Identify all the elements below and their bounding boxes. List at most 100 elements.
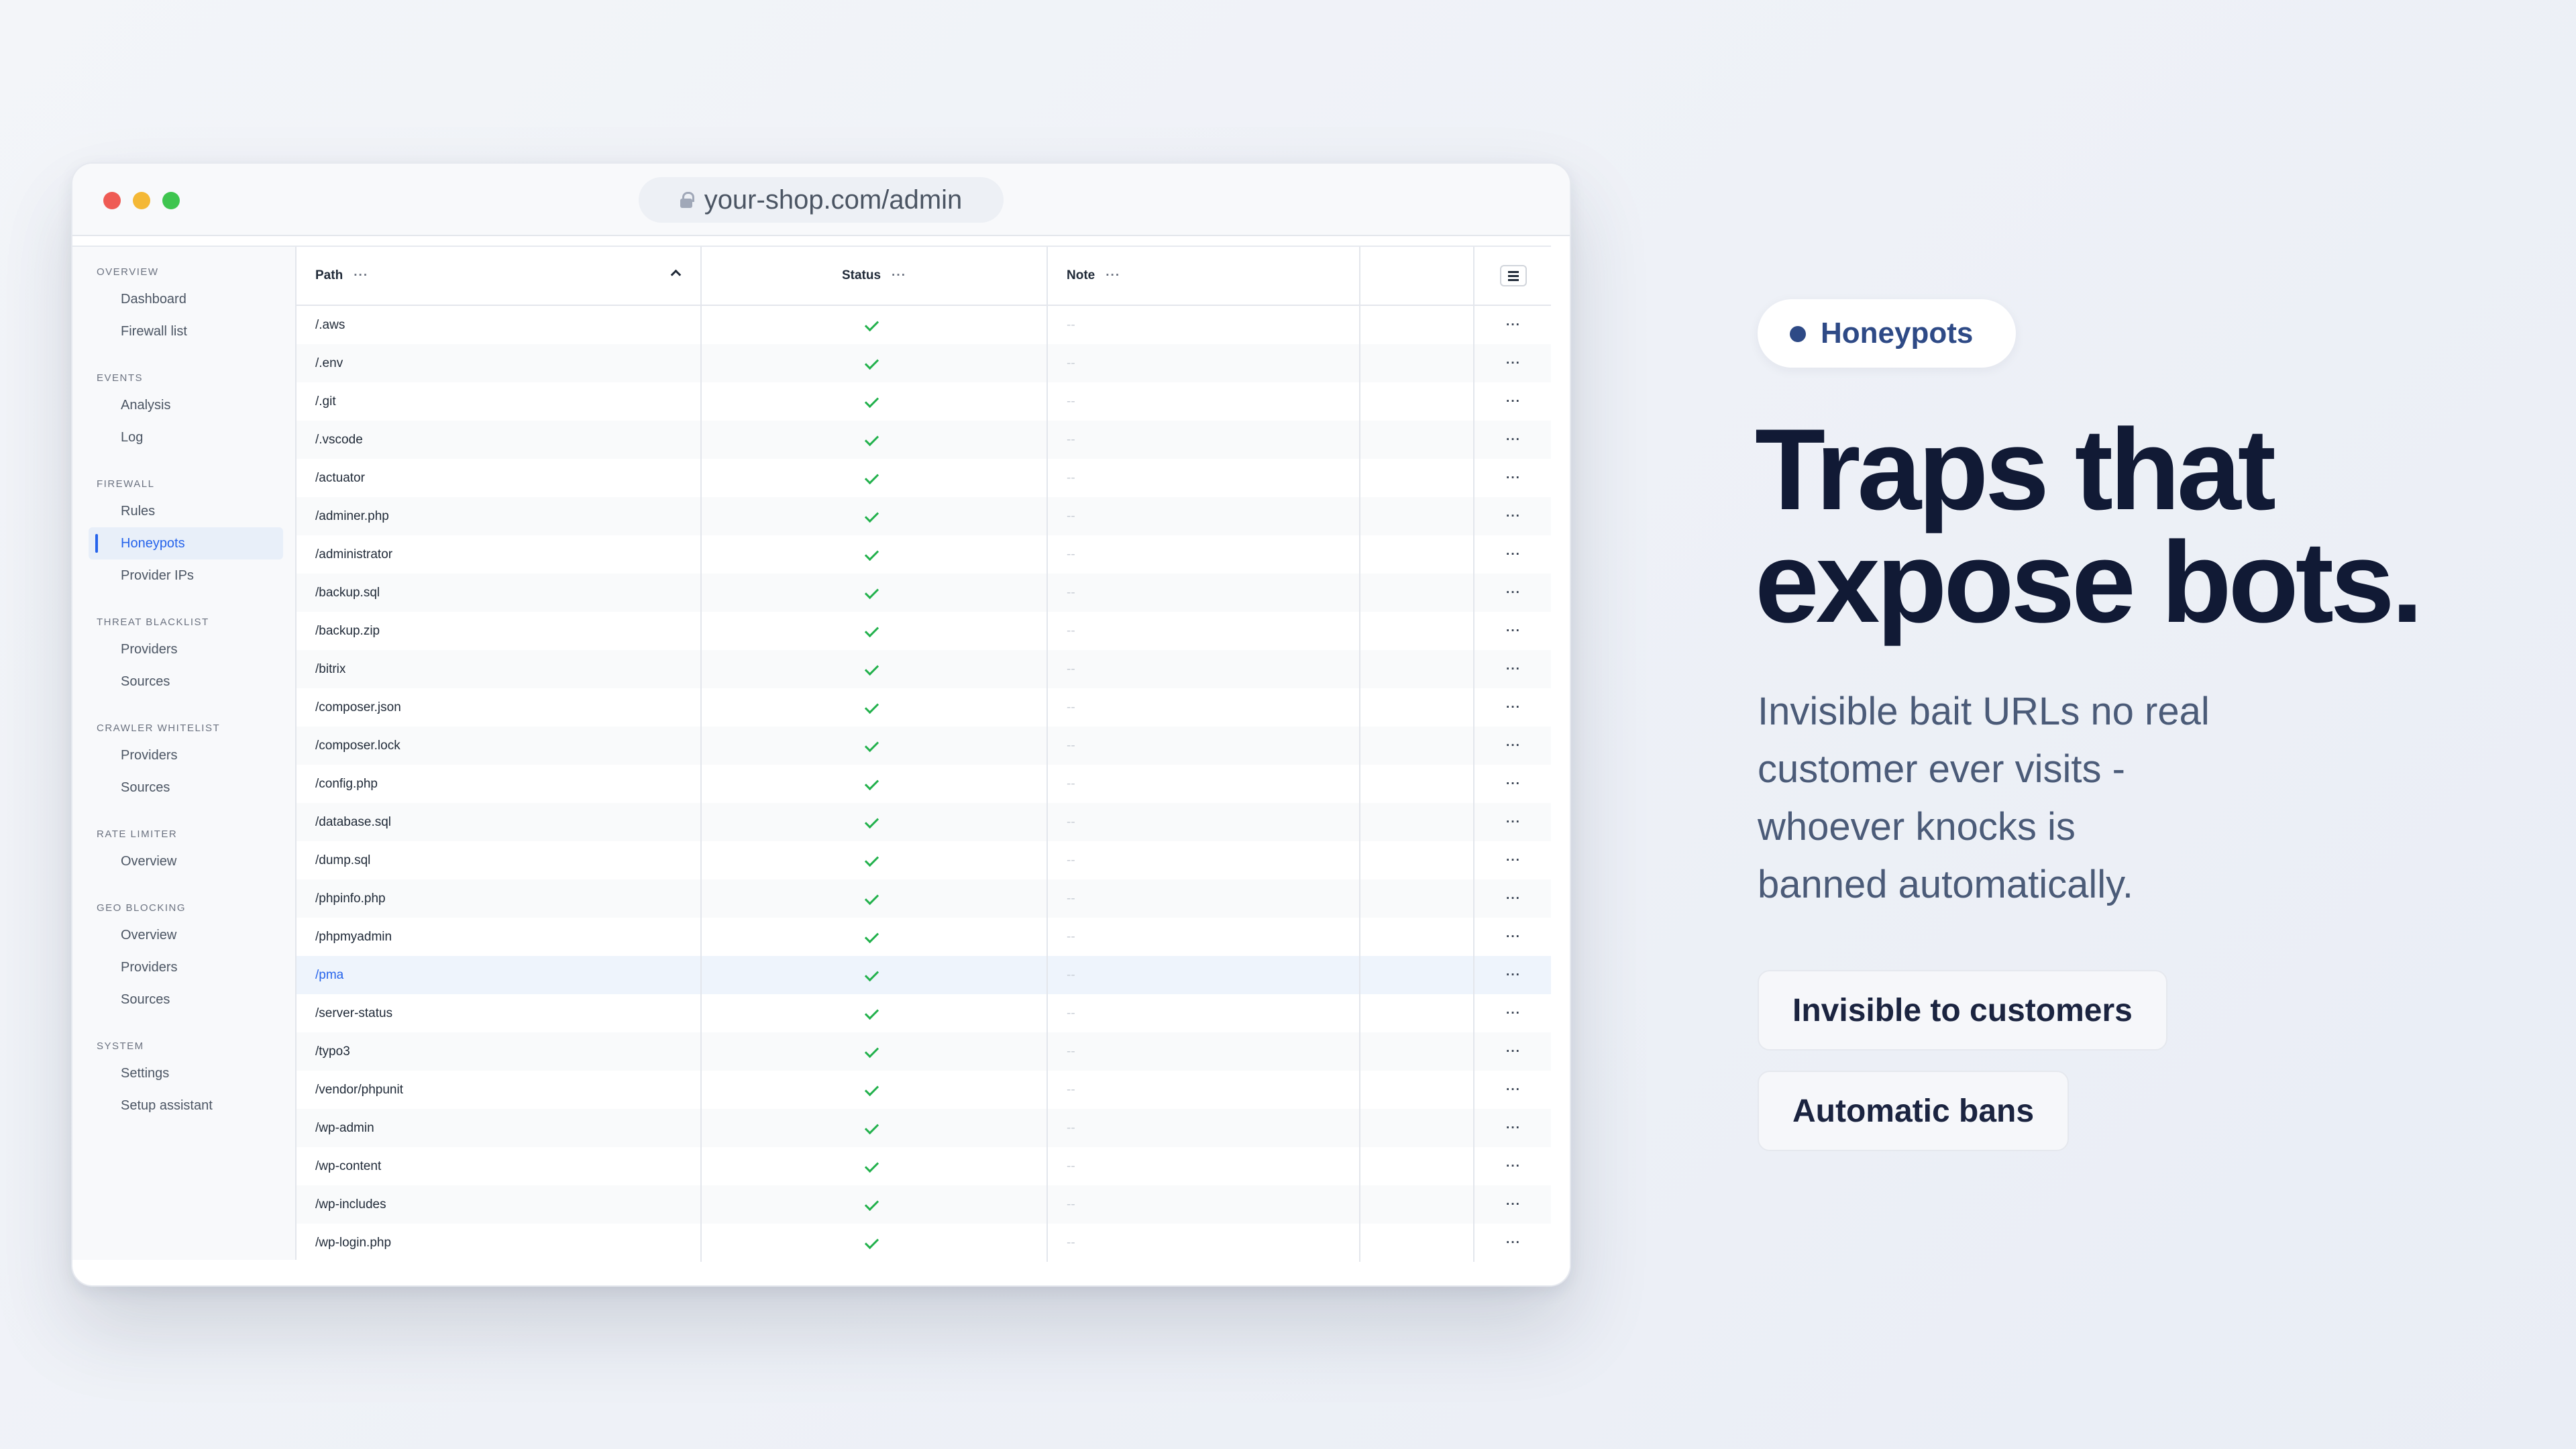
cell-path[interactable]: /actuator (297, 459, 702, 497)
cell-path[interactable]: /.git (297, 382, 702, 421)
cell-path[interactable]: /backup.sql (297, 574, 702, 612)
table-row[interactable]: /config.php -- ··· (297, 765, 1552, 803)
sidebar-item-providers[interactable]: Providers (89, 633, 283, 665)
table-row[interactable]: /server-status -- ··· (297, 994, 1552, 1032)
row-actions-icon[interactable]: ··· (1474, 421, 1552, 459)
row-actions-icon[interactable]: ··· (1474, 1224, 1552, 1262)
table-row[interactable]: /.env -- ··· (297, 344, 1552, 382)
sidebar-item-sources[interactable]: Sources (89, 983, 283, 1016)
row-actions-icon[interactable]: ··· (1474, 803, 1552, 841)
sidebar-item-provider-ips[interactable]: Provider IPs (89, 559, 283, 592)
sidebar-item-firewall-list[interactable]: Firewall list (89, 315, 283, 347)
table-row[interactable]: /database.sql -- ··· (297, 803, 1552, 841)
cell-path[interactable]: /wp-content (297, 1147, 702, 1185)
table-row[interactable]: /vendor/phpunit -- ··· (297, 1071, 1552, 1109)
table-row[interactable]: /actuator -- ··· (297, 459, 1552, 497)
cell-path[interactable]: /wp-admin (297, 1109, 702, 1147)
sidebar-item-overview[interactable]: Overview (89, 845, 283, 877)
cell-path[interactable]: /backup.zip (297, 612, 702, 650)
sidebar-item-dashboard[interactable]: Dashboard (89, 283, 283, 315)
column-header-note[interactable]: Note ··· (1048, 247, 1360, 305)
cell-path[interactable]: /dump.sql (297, 841, 702, 879)
cell-path[interactable]: /pma (297, 956, 702, 994)
table-row[interactable]: /bitrix -- ··· (297, 650, 1552, 688)
sidebar-item-sources[interactable]: Sources (89, 665, 283, 698)
table-row[interactable]: /.git -- ··· (297, 382, 1552, 421)
column-header-path[interactable]: Path ··· (297, 247, 702, 305)
row-actions-icon[interactable]: ··· (1474, 382, 1552, 421)
sidebar-item-log[interactable]: Log (89, 421, 283, 453)
row-actions-icon[interactable]: ··· (1474, 1032, 1552, 1071)
row-actions-icon[interactable]: ··· (1474, 497, 1552, 535)
cell-path[interactable]: /server-status (297, 994, 702, 1032)
row-actions-icon[interactable]: ··· (1474, 650, 1552, 688)
column-note-menu-icon[interactable]: ··· (1106, 268, 1120, 283)
cell-path[interactable]: /config.php (297, 765, 702, 803)
sidebar-item-providers[interactable]: Providers (89, 739, 283, 771)
cell-path[interactable]: /vendor/phpunit (297, 1071, 702, 1109)
sidebar-item-overview[interactable]: Overview (89, 919, 283, 951)
table-row[interactable]: /wp-content -- ··· (297, 1147, 1552, 1185)
table-row[interactable]: /.aws -- ··· (297, 306, 1552, 344)
row-actions-icon[interactable]: ··· (1474, 994, 1552, 1032)
column-header-status[interactable]: Status ··· (702, 247, 1048, 305)
row-actions-icon[interactable]: ··· (1474, 1109, 1552, 1147)
table-row[interactable]: /pma -- ··· (297, 956, 1552, 994)
row-actions-icon[interactable]: ··· (1474, 1071, 1552, 1109)
table-row[interactable]: /backup.zip -- ··· (297, 612, 1552, 650)
table-row[interactable]: /backup.sql -- ··· (297, 574, 1552, 612)
row-actions-icon[interactable]: ··· (1474, 612, 1552, 650)
table-row[interactable]: /.vscode -- ··· (297, 421, 1552, 459)
row-actions-icon[interactable]: ··· (1474, 765, 1552, 803)
cell-path[interactable]: /wp-login.php (297, 1224, 702, 1262)
sidebar-item-honeypots[interactable]: Honeypots (89, 527, 283, 559)
maximize-window-icon[interactable] (162, 192, 180, 209)
sidebar-item-analysis[interactable]: Analysis (89, 389, 283, 421)
cell-path[interactable]: /composer.json (297, 688, 702, 727)
row-actions-icon[interactable]: ··· (1474, 727, 1552, 765)
sort-ascending-icon[interactable] (671, 268, 680, 278)
sidebar-item-sources[interactable]: Sources (89, 771, 283, 804)
column-status-menu-icon[interactable]: ··· (892, 268, 906, 283)
row-actions-icon[interactable]: ··· (1474, 956, 1552, 994)
table-row[interactable]: /wp-includes -- ··· (297, 1185, 1552, 1224)
sidebar-item-setup-assistant[interactable]: Setup assistant (89, 1089, 283, 1122)
cell-path[interactable]: /wp-includes (297, 1185, 702, 1224)
cell-path[interactable]: /typo3 (297, 1032, 702, 1071)
table-row[interactable]: /composer.json -- ··· (297, 688, 1552, 727)
row-actions-icon[interactable]: ··· (1474, 688, 1552, 727)
address-bar[interactable]: your-shop.com/admin (639, 177, 1004, 223)
table-row[interactable]: /composer.lock -- ··· (297, 727, 1552, 765)
table-row[interactable]: /wp-admin -- ··· (297, 1109, 1552, 1147)
table-row[interactable]: /phpinfo.php -- ··· (297, 879, 1552, 918)
sidebar-item-settings[interactable]: Settings (89, 1057, 283, 1089)
column-path-menu-icon[interactable]: ··· (354, 268, 368, 283)
cell-path[interactable]: /phpinfo.php (297, 879, 702, 918)
table-row[interactable]: /administrator -- ··· (297, 535, 1552, 574)
cell-path[interactable]: /database.sql (297, 803, 702, 841)
row-actions-icon[interactable]: ··· (1474, 1147, 1552, 1185)
row-actions-icon[interactable]: ··· (1474, 918, 1552, 956)
table-row[interactable]: /phpmyadmin -- ··· (297, 918, 1552, 956)
table-row[interactable]: /typo3 -- ··· (297, 1032, 1552, 1071)
cell-path[interactable]: /adminer.php (297, 497, 702, 535)
sidebar-item-rules[interactable]: Rules (89, 495, 283, 527)
close-window-icon[interactable] (103, 192, 121, 209)
cell-path[interactable]: /bitrix (297, 650, 702, 688)
cell-path[interactable]: /composer.lock (297, 727, 702, 765)
minimize-window-icon[interactable] (133, 192, 150, 209)
cell-path[interactable]: /.env (297, 344, 702, 382)
sidebar-item-providers[interactable]: Providers (89, 951, 283, 983)
table-row[interactable]: /dump.sql -- ··· (297, 841, 1552, 879)
cell-path[interactable]: /.aws (297, 306, 702, 344)
column-settings-icon[interactable] (1500, 265, 1527, 286)
row-actions-icon[interactable]: ··· (1474, 879, 1552, 918)
row-actions-icon[interactable]: ··· (1474, 306, 1552, 344)
row-actions-icon[interactable]: ··· (1474, 459, 1552, 497)
row-actions-icon[interactable]: ··· (1474, 574, 1552, 612)
cell-path[interactable]: /phpmyadmin (297, 918, 702, 956)
table-row[interactable]: /adminer.php -- ··· (297, 497, 1552, 535)
row-actions-icon[interactable]: ··· (1474, 1185, 1552, 1224)
row-actions-icon[interactable]: ··· (1474, 344, 1552, 382)
row-actions-icon[interactable]: ··· (1474, 535, 1552, 574)
